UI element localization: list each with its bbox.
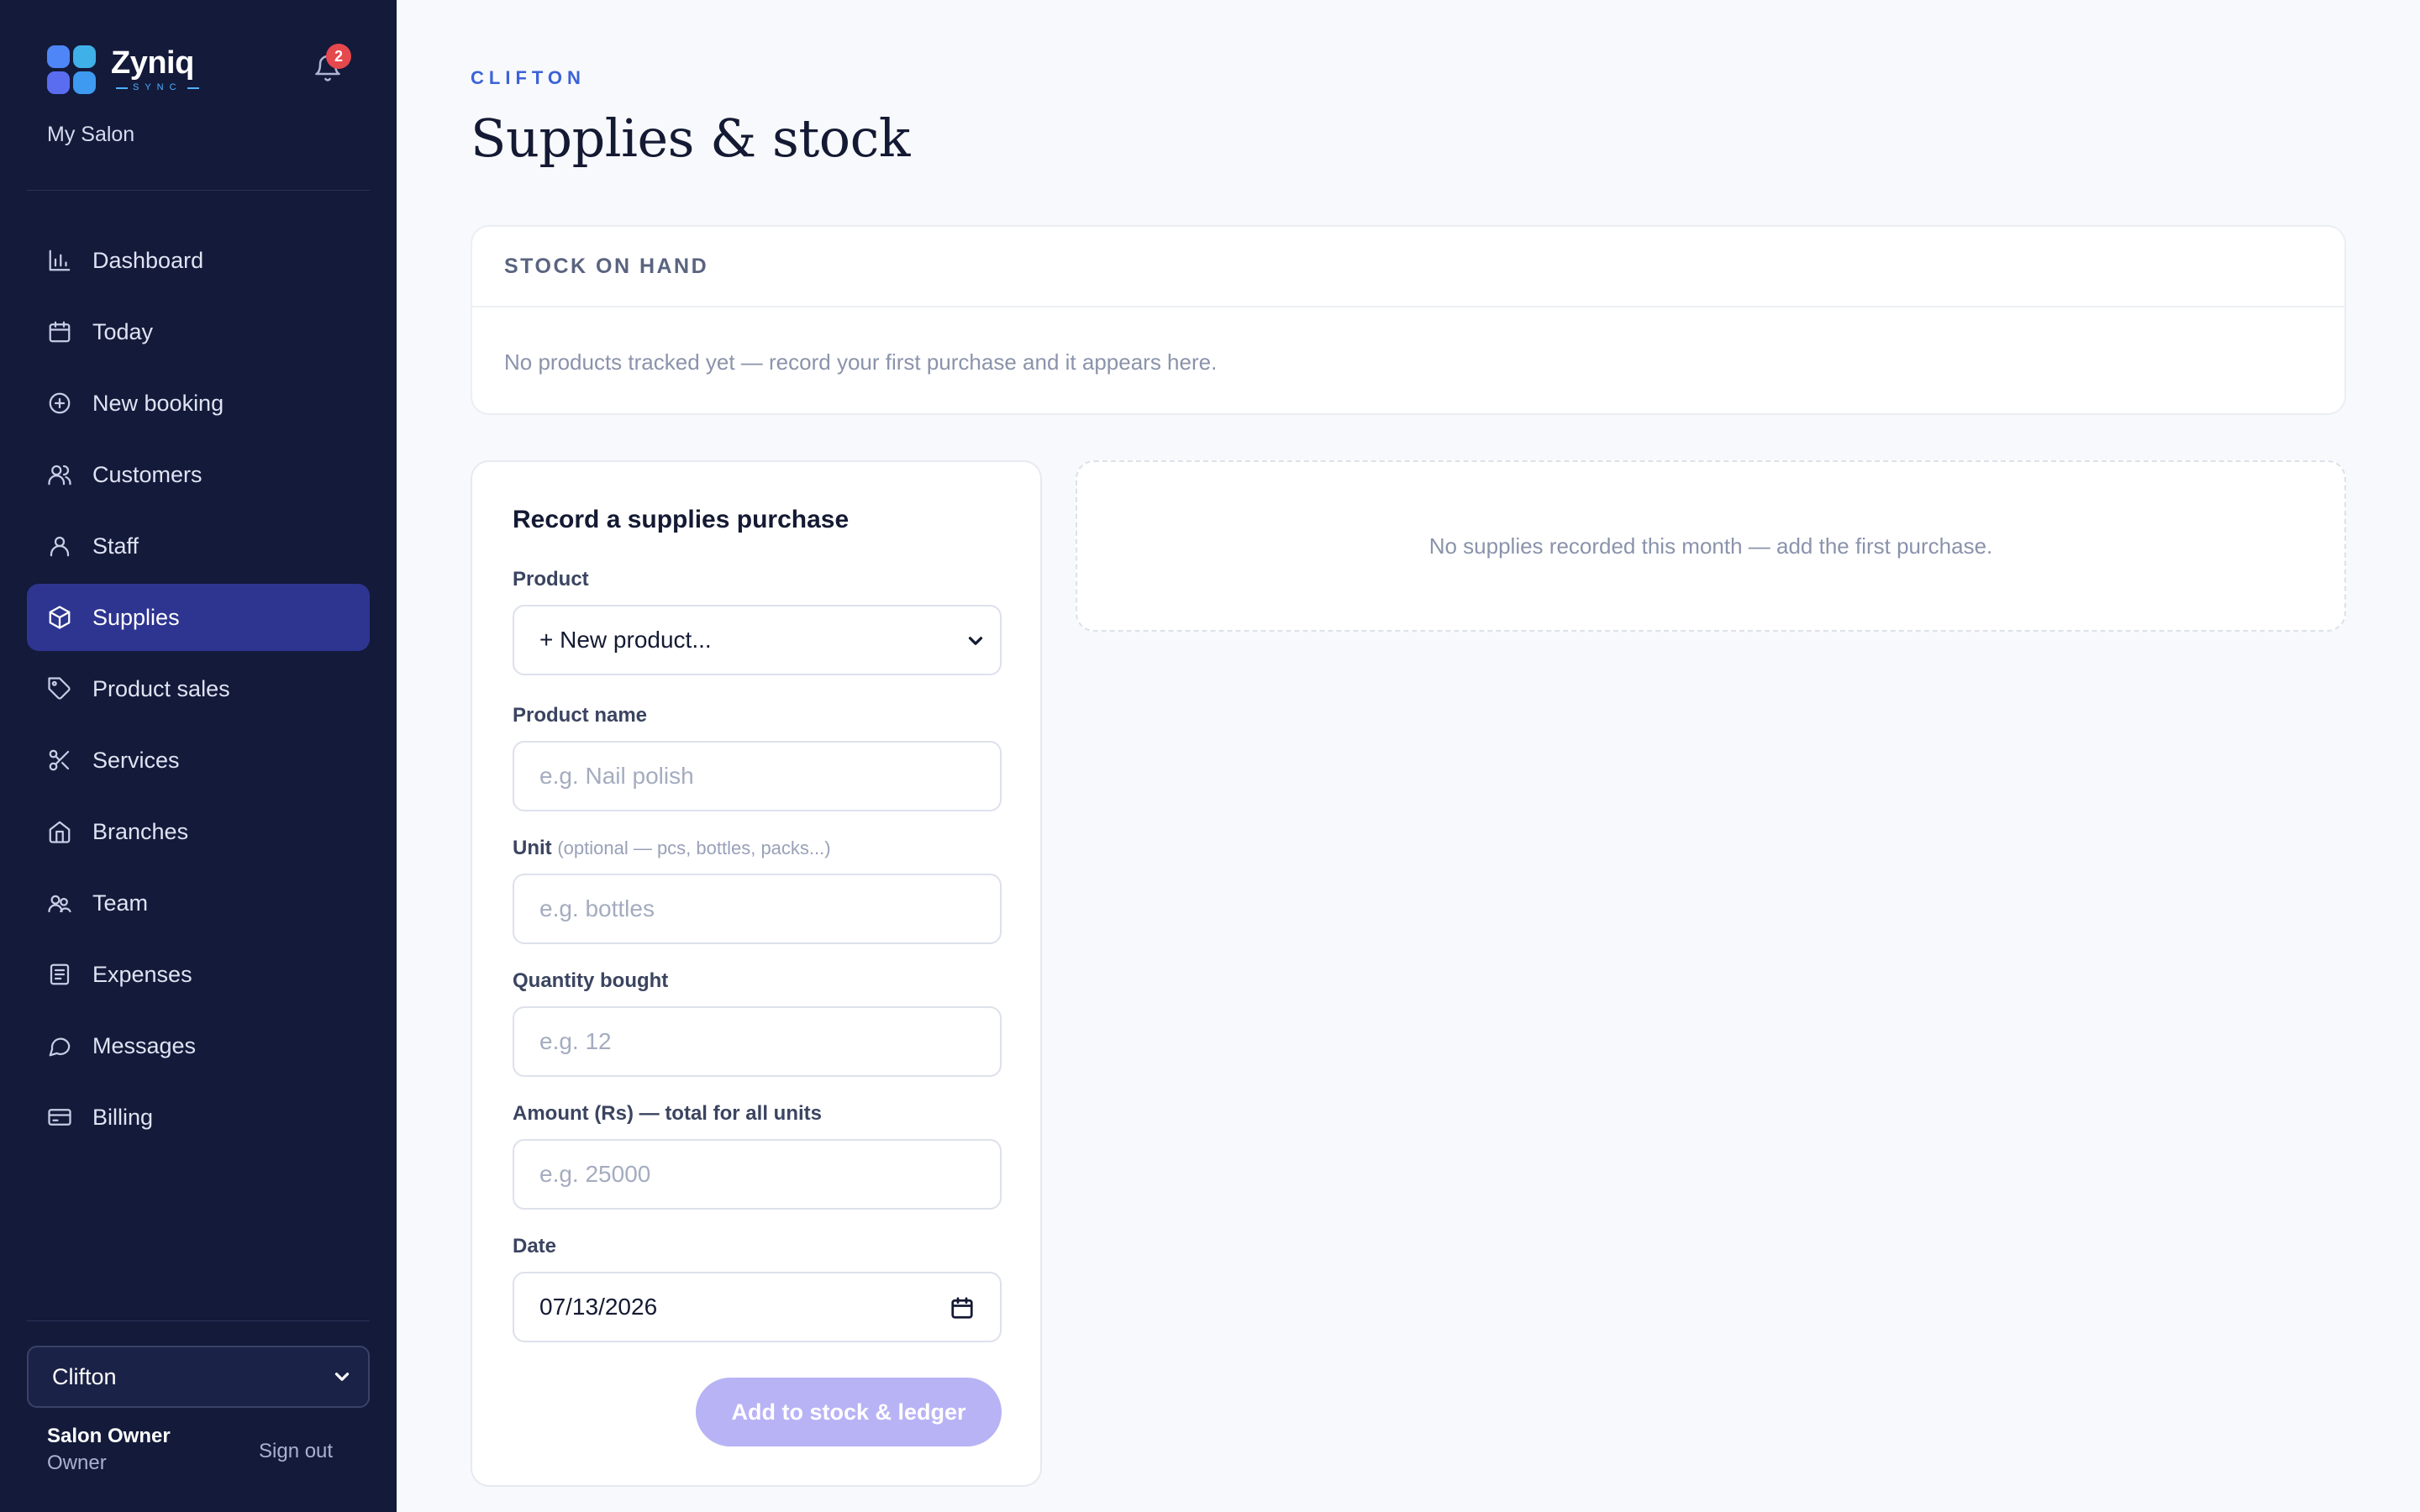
branch-select-value: Clifton xyxy=(52,1363,117,1389)
sidebar: Zyniq SYNC 2 My Salon Dashboard Today Ne… xyxy=(0,0,397,1512)
amount-placeholder: e.g. 25000 xyxy=(539,1161,651,1187)
sidebar-item-branches[interactable]: Branches xyxy=(27,798,370,865)
amount-label: Amount (Rs) — total for all units xyxy=(513,1102,822,1125)
branch-select[interactable]: Clifton xyxy=(27,1346,370,1408)
stock-on-hand-card: STOCK ON HAND No products tracked yet — … xyxy=(471,225,2346,415)
sidebar-item-label: Branches xyxy=(92,818,189,844)
sidebar-item-label: Supplies xyxy=(92,604,180,630)
sidebar-item-label: Staff xyxy=(92,533,139,559)
chevron-down-icon xyxy=(334,1373,350,1381)
sidebar-item-label: Billing xyxy=(92,1104,154,1130)
sidebar-item-today[interactable]: Today xyxy=(27,298,370,365)
sidebar-item-label: Customers xyxy=(92,461,203,487)
sidebar-item-label: New booking xyxy=(92,390,224,416)
unit-label-hint: (optional — pcs, bottles, packs...) xyxy=(557,837,831,858)
quantity-placeholder: e.g. 12 xyxy=(539,1028,612,1054)
calendar-icon xyxy=(49,321,71,343)
stock-empty-text: No products tracked yet — record your fi… xyxy=(504,349,1218,375)
page-eyebrow: CLIFTON xyxy=(471,67,586,88)
unit-label: Unit (optional — pcs, bottles, packs...) xyxy=(513,837,831,860)
date-input[interactable]: 07/13/2026 xyxy=(513,1272,1002,1342)
product-select-value: + New product... xyxy=(539,627,712,653)
brand-logo[interactable]: Zyniq SYNC xyxy=(47,45,204,94)
sidebar-item-team[interactable]: Team xyxy=(27,869,370,937)
logo-mark-icon xyxy=(47,45,96,94)
add-to-stock-button[interactable]: Add to stock & ledger xyxy=(696,1378,1002,1446)
sign-out-link[interactable]: Sign out xyxy=(259,1440,333,1463)
sidebar-item-customers[interactable]: Customers xyxy=(27,441,370,508)
calendar-icon[interactable] xyxy=(950,1295,975,1320)
sidebar-item-messages[interactable]: Messages xyxy=(27,1012,370,1079)
receipt-icon xyxy=(50,963,70,985)
sidebar-item-label: Services xyxy=(92,747,180,773)
product-select[interactable]: + New product... xyxy=(513,605,1002,675)
salon-name: My Salon xyxy=(47,123,135,146)
home-icon xyxy=(49,821,71,843)
sidebar-item-label: Messages xyxy=(92,1032,197,1058)
team-icon xyxy=(48,895,71,913)
product-label: Product xyxy=(513,568,589,591)
sidebar-item-billing[interactable]: Billing xyxy=(27,1084,370,1151)
chat-icon xyxy=(49,1037,71,1057)
chevron-down-icon xyxy=(968,637,983,645)
sidebar-item-new-booking[interactable]: New booking xyxy=(27,370,370,437)
scissors-icon xyxy=(49,749,70,771)
sidebar-item-label: Dashboard xyxy=(92,247,204,273)
user-icon xyxy=(50,536,70,557)
sidebar-item-label: Team xyxy=(92,890,149,916)
box-icon xyxy=(49,606,71,629)
form-title: Record a supplies purchase xyxy=(513,506,850,533)
users-icon xyxy=(48,465,71,486)
user-role: Owner xyxy=(47,1452,107,1474)
page-title: Supplies & stock xyxy=(471,108,910,169)
quantity-input[interactable]: e.g. 12 xyxy=(513,1006,1002,1077)
bar-chart-icon xyxy=(49,249,71,271)
product-name-label: Product name xyxy=(513,704,648,727)
unit-input[interactable]: e.g. bottles xyxy=(513,874,1002,944)
brand-sub: SYNC xyxy=(111,83,204,92)
plus-circle-icon xyxy=(49,392,71,414)
sidebar-item-expenses[interactable]: Expenses xyxy=(27,941,370,1008)
user-name: Salon Owner xyxy=(47,1425,171,1447)
sidebar-item-label: Product sales xyxy=(92,675,230,701)
supplies-purchase-form: Record a supplies purchase Product + New… xyxy=(471,460,1042,1487)
unit-placeholder: e.g. bottles xyxy=(539,895,655,921)
sidebar-item-services[interactable]: Services xyxy=(27,727,370,794)
date-label: Date xyxy=(513,1235,557,1257)
sidebar-divider xyxy=(27,1320,370,1321)
unit-label-text: Unit xyxy=(513,837,552,859)
sidebar-divider xyxy=(27,190,370,191)
amount-input[interactable]: e.g. 25000 xyxy=(513,1139,1002,1210)
sidebar-item-label: Today xyxy=(92,318,154,344)
sidebar-item-product-sales[interactable]: Product sales xyxy=(27,655,370,722)
notification-badge: 2 xyxy=(326,44,351,69)
brand-name: Zyniq xyxy=(111,45,194,81)
sidebar-item-supplies[interactable]: Supplies xyxy=(27,584,370,651)
sidebar-nav: Dashboard Today New booking Customers St… xyxy=(27,227,370,1155)
supplies-empty-card: No supplies recorded this month — add th… xyxy=(1076,460,2346,632)
stock-card-heading: STOCK ON HAND xyxy=(472,227,2344,307)
quantity-label: Quantity bought xyxy=(513,969,669,992)
supplies-empty-text: No supplies recorded this month — add th… xyxy=(1428,533,1993,559)
sidebar-item-staff[interactable]: Staff xyxy=(27,512,370,580)
product-name-placeholder: e.g. Nail polish xyxy=(539,763,694,789)
sidebar-item-label: Expenses xyxy=(92,961,192,987)
credit-card-icon xyxy=(48,1109,71,1126)
sidebar-item-dashboard[interactable]: Dashboard xyxy=(27,227,370,294)
date-value: 07/13/2026 xyxy=(539,1294,658,1320)
tag-icon xyxy=(48,677,71,700)
product-name-input[interactable]: e.g. Nail polish xyxy=(513,741,1002,811)
